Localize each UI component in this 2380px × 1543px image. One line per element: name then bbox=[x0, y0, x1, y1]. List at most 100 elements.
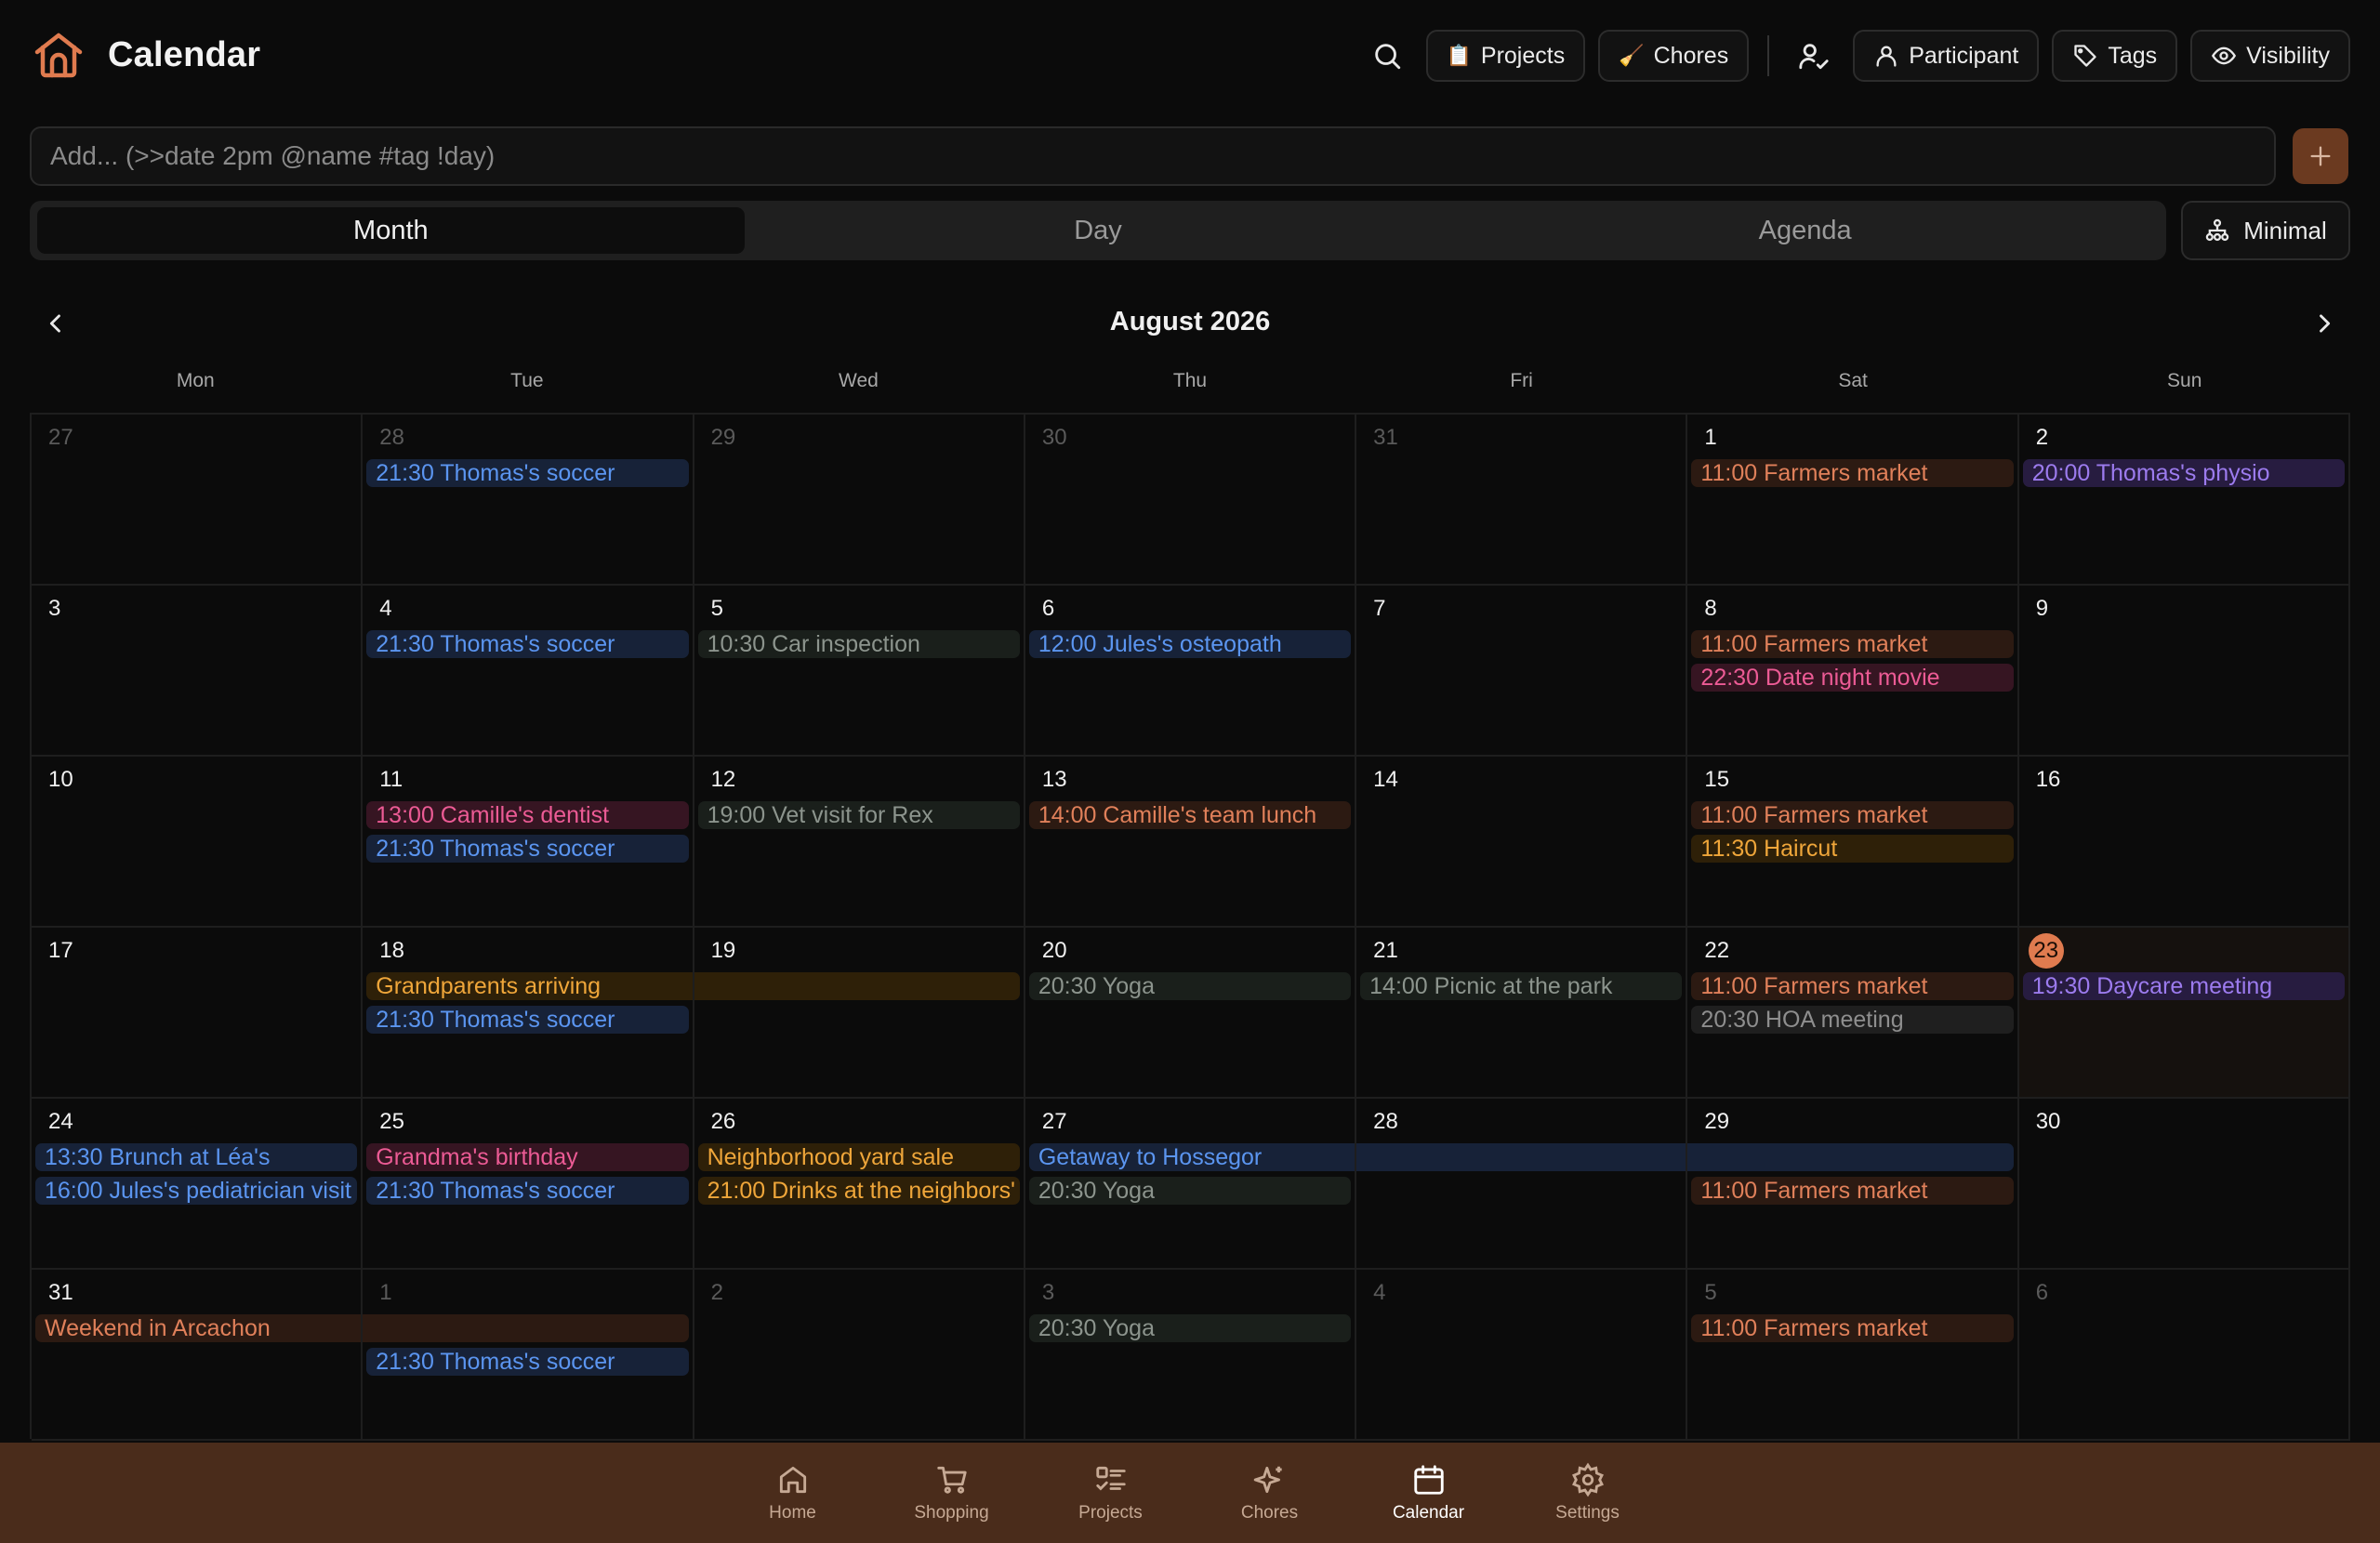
day-cell[interactable]: 20 20:30 Yoga bbox=[1025, 928, 1357, 1099]
event-chip[interactable]: 11:00 Farmers market bbox=[1691, 630, 2014, 658]
event-chip[interactable]: Getaway to Hossegor bbox=[1028, 1143, 1355, 1171]
minimal-toggle-button[interactable]: Minimal bbox=[2181, 201, 2350, 260]
event-continuation[interactable] bbox=[1687, 1143, 2014, 1171]
day-cell[interactable]: 19 bbox=[694, 928, 1025, 1099]
day-cell[interactable]: 26 Neighborhood yard sale 21:00 Drinks at … bbox=[694, 1099, 1025, 1270]
day-cell[interactable]: 16 bbox=[2018, 757, 2350, 928]
day-cell[interactable]: 1 11:00 Farmers market bbox=[1687, 415, 2019, 586]
day-cell[interactable]: 13 14:00 Camille's team lunch bbox=[1025, 757, 1357, 928]
day-cell[interactable]: 11 13:00 Camille's dentist 21:30 Thomas's … bbox=[363, 757, 694, 928]
day-cell[interactable]: 4 21:30 Thomas's soccer bbox=[363, 586, 694, 757]
event-chip[interactable]: 11:30 Haircut bbox=[1691, 835, 2014, 863]
day-cell[interactable]: 31 bbox=[1356, 415, 1688, 586]
event-chip[interactable]: 21:00 Drinks at the neighbors' bbox=[697, 1177, 1020, 1205]
event-chip[interactable]: 19:00 Vet visit for Rex bbox=[697, 801, 1020, 829]
day-cell[interactable]: 5 11:00 Farmers market bbox=[1687, 1270, 2019, 1441]
day-cell[interactable]: 3 bbox=[32, 586, 364, 757]
event-chip[interactable]: 11:00 Farmers market bbox=[1691, 801, 2014, 829]
event-chip[interactable]: 11:00 Farmers market bbox=[1691, 459, 2014, 487]
nav-calendar[interactable]: Calendar bbox=[1349, 1443, 1508, 1543]
event-continuation[interactable] bbox=[1356, 1143, 1686, 1171]
event-chip[interactable]: Weekend in Arcachon bbox=[35, 1314, 362, 1342]
projects-filter-button[interactable]: 📋 Projects bbox=[1425, 30, 1586, 82]
tab-agenda[interactable]: Agenda bbox=[1451, 207, 2159, 254]
day-cell[interactable]: 10 bbox=[32, 757, 364, 928]
nav-home[interactable]: Home bbox=[713, 1443, 872, 1543]
day-cell[interactable]: 15 11:00 Farmers market 11:30 Haircut bbox=[1687, 757, 2019, 928]
day-cell[interactable]: 7 bbox=[1356, 586, 1688, 757]
event-chip[interactable]: 20:30 HOA meeting bbox=[1691, 1006, 2014, 1034]
nav-shopping[interactable]: Shopping bbox=[872, 1443, 1031, 1543]
day-cell[interactable]: 24 13:30 Brunch at Léa's 16:00 Jules's ped… bbox=[32, 1099, 364, 1270]
day-cell[interactable]: 4 bbox=[1356, 1270, 1688, 1441]
event-continuation[interactable] bbox=[694, 972, 1020, 1000]
day-cell[interactable]: 18 Grandparents arriving 21:30 Thomas's so… bbox=[363, 928, 694, 1099]
event-chip[interactable]: 11:00 Farmers market bbox=[1691, 972, 2014, 1000]
event-chip[interactable]: 21:30 Thomas's soccer bbox=[366, 835, 689, 863]
day-cell[interactable]: 17 bbox=[32, 928, 364, 1099]
tab-day[interactable]: Day bbox=[745, 207, 1452, 254]
day-cell[interactable]: 28 bbox=[1356, 1099, 1688, 1270]
event-chip[interactable]: 20:30 Yoga bbox=[1028, 1314, 1352, 1342]
event-chip[interactable]: 22:30 Date night movie bbox=[1691, 664, 2014, 692]
day-cell[interactable]: 14 bbox=[1356, 757, 1688, 928]
day-cell[interactable]: 12 19:00 Vet visit for Rex bbox=[694, 757, 1025, 928]
day-cell[interactable]: 25 Grandma's birthday 21:30 Thomas's socce… bbox=[363, 1099, 694, 1270]
event-chip[interactable]: 20:30 Yoga bbox=[1028, 1177, 1352, 1205]
day-cell[interactable]: 2 20:00 Thomas's physio bbox=[2018, 415, 2350, 586]
event-chip[interactable]: 14:00 Picnic at the park bbox=[1360, 972, 1683, 1000]
day-cell[interactable]: 30 bbox=[1025, 415, 1357, 586]
nav-projects[interactable]: Projects bbox=[1031, 1443, 1190, 1543]
day-cell[interactable]: 28 21:30 Thomas's soccer bbox=[363, 415, 694, 586]
day-cell[interactable]: 27 Getaway to Hossegor 20:30 Yoga bbox=[1025, 1099, 1357, 1270]
day-cell[interactable]: 2 bbox=[694, 1270, 1025, 1441]
day-cell[interactable]: 31 Weekend in Arcachon bbox=[32, 1270, 364, 1441]
event-chip[interactable]: 20:00 Thomas's physio bbox=[2022, 459, 2345, 487]
day-cell[interactable]: 27 bbox=[32, 415, 364, 586]
event-chip[interactable]: 20:30 Yoga bbox=[1028, 972, 1352, 1000]
day-cell[interactable]: 22 11:00 Farmers market 20:30 HOA meeting bbox=[1687, 928, 2019, 1099]
event-chip[interactable]: 16:00 Jules's pediatrician visit bbox=[35, 1177, 358, 1205]
day-cell[interactable]: 9 bbox=[2018, 586, 2350, 757]
day-cell[interactable]: 6 bbox=[2018, 1270, 2350, 1441]
participant-filter-button[interactable]: Participant bbox=[1853, 30, 2040, 82]
search-button[interactable] bbox=[1361, 30, 1413, 82]
event-chip[interactable]: 21:30 Thomas's soccer bbox=[366, 1348, 689, 1376]
event-chip[interactable]: 11:00 Farmers market bbox=[1691, 1314, 2014, 1342]
day-cell[interactable]: 6 12:00 Jules's osteopath bbox=[1025, 586, 1357, 757]
event-chip[interactable]: 13:30 Brunch at Léa's bbox=[35, 1143, 358, 1171]
event-chip[interactable]: 10:30 Car inspection bbox=[697, 630, 1020, 658]
event-chip[interactable]: 11:00 Farmers market bbox=[1691, 1177, 2014, 1205]
event-chip[interactable]: 12:00 Jules's osteopath bbox=[1028, 630, 1352, 658]
day-cell[interactable]: 3 20:30 Yoga bbox=[1025, 1270, 1357, 1441]
tags-filter-button[interactable]: Tags bbox=[2052, 30, 2178, 82]
my-events-button[interactable] bbox=[1788, 30, 1840, 82]
event-chip[interactable]: 14:00 Camille's team lunch bbox=[1028, 801, 1352, 829]
add-event-button[interactable] bbox=[2293, 128, 2348, 184]
day-cell[interactable]: 8 11:00 Farmers market 22:30 Date night mo… bbox=[1687, 586, 2019, 757]
event-chip[interactable]: 21:30 Thomas's soccer bbox=[366, 459, 689, 487]
event-chip[interactable]: Neighborhood yard sale bbox=[697, 1143, 1020, 1171]
nav-settings[interactable]: Settings bbox=[1508, 1443, 1667, 1543]
event-chip[interactable]: 21:30 Thomas's soccer bbox=[366, 1006, 689, 1034]
event-chip[interactable]: 13:00 Camille's dentist bbox=[366, 801, 689, 829]
tab-month[interactable]: Month bbox=[37, 207, 745, 254]
day-cell[interactable]: 30 bbox=[2018, 1099, 2350, 1270]
day-cell[interactable]: 5 10:30 Car inspection bbox=[694, 586, 1025, 757]
event-chip[interactable]: 19:30 Daycare meeting bbox=[2022, 972, 2345, 1000]
day-cell[interactable]: 29 11:00 Farmers market bbox=[1687, 1099, 2019, 1270]
day-cell[interactable]: 23 19:30 Daycare meeting bbox=[2018, 928, 2350, 1099]
event-chip[interactable]: Grandma's birthday bbox=[366, 1143, 689, 1171]
day-cell[interactable]: 21 14:00 Picnic at the park bbox=[1356, 928, 1688, 1099]
event-continuation[interactable] bbox=[363, 1314, 689, 1342]
day-cell[interactable]: 1 21:30 Thomas's soccer bbox=[363, 1270, 694, 1441]
next-month-button[interactable] bbox=[2306, 305, 2343, 342]
event-chip[interactable]: 21:30 Thomas's soccer bbox=[366, 1177, 689, 1205]
nav-chores[interactable]: Chores bbox=[1190, 1443, 1349, 1543]
quick-add-input[interactable] bbox=[50, 141, 2255, 171]
chores-filter-button[interactable]: 🧹 Chores bbox=[1598, 30, 1750, 82]
event-chip[interactable]: 21:30 Thomas's soccer bbox=[366, 630, 689, 658]
visibility-filter-button[interactable]: Visibility bbox=[2190, 30, 2350, 82]
day-cell[interactable]: 29 bbox=[694, 415, 1025, 586]
event-chip[interactable]: Grandparents arriving bbox=[366, 972, 693, 1000]
